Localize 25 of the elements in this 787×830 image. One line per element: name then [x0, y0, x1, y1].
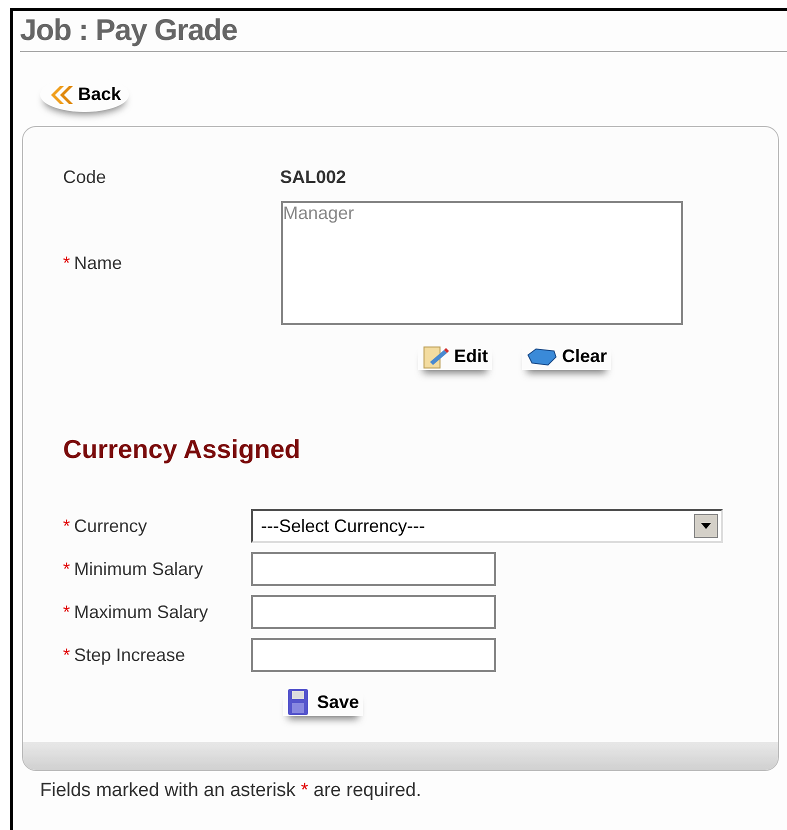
- salary-input[interactable]: [251, 552, 496, 586]
- name-label: * Name: [63, 252, 124, 274]
- code-value: SAL002: [280, 166, 346, 188]
- save-button[interactable]: Save: [283, 688, 364, 716]
- salary-input[interactable]: [251, 595, 496, 629]
- required-asterisk: *: [63, 644, 70, 664]
- code-label: Code: [63, 166, 108, 188]
- clear-button[interactable]: Clear: [522, 343, 612, 370]
- field-label: * Maximum Salary: [63, 600, 210, 624]
- page-title: Job : Pay Grade: [20, 13, 238, 49]
- edit-button[interactable]: Edit: [418, 343, 492, 370]
- salary-input[interactable]: [251, 638, 496, 672]
- name-textarea[interactable]: Manager: [281, 201, 683, 325]
- back-button[interactable]: Back: [40, 77, 130, 112]
- field-label: * Currency: [63, 514, 148, 538]
- required-asterisk: *: [63, 516, 70, 536]
- required-asterisk: *: [63, 602, 70, 622]
- section-title: Currency Assigned: [63, 433, 302, 466]
- field-label: * Step Increase: [63, 644, 186, 667]
- required-asterisk: *: [63, 252, 70, 272]
- field-label: * Minimum Salary: [63, 558, 204, 581]
- required-fields-note: Fields marked with an asterisk * are required.: [40, 779, 422, 803]
- currency-dropdown[interactable]: ---Select Currency---: [251, 509, 723, 543]
- required-asterisk: *: [63, 558, 70, 578]
- pencil-on-paper-icon: [422, 344, 450, 370]
